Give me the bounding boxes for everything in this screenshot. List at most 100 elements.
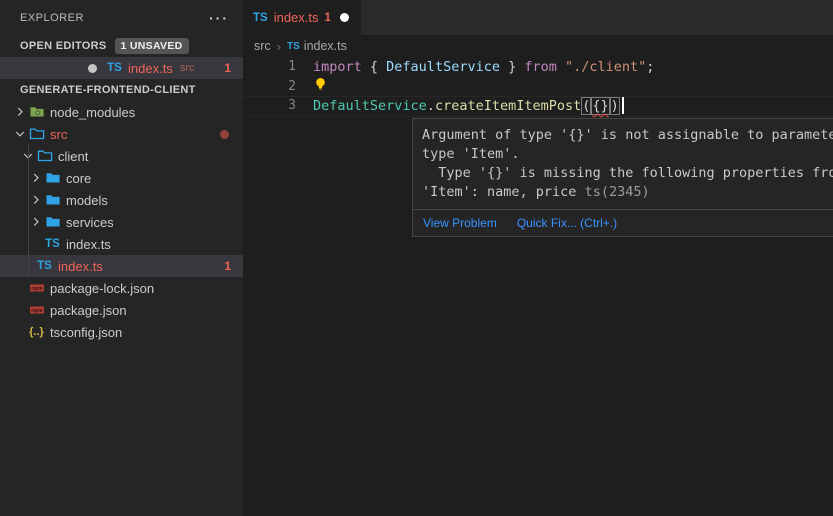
modified-dot-icon[interactable]: [88, 64, 97, 73]
hover-actions-bar: View Problem Quick Fix... (Ctrl+.): [413, 209, 833, 236]
breadcrumb-separator-icon: ›: [277, 39, 281, 54]
json-file-icon: {..}: [28, 324, 45, 340]
typescript-file-icon: TS: [44, 236, 61, 252]
lightbulb-icon: [313, 76, 328, 92]
error-message-line: Argument of type '{}' is not assignable …: [422, 126, 833, 145]
error-message-line: type 'Item'.: [422, 145, 833, 164]
problem-count-badge: 1: [224, 61, 231, 75]
chevron-right-icon[interactable]: [12, 104, 28, 120]
tree-item-src[interactable]: src: [0, 123, 243, 145]
folder-icon: [44, 170, 61, 186]
breadcrumb-file[interactable]: index.ts: [304, 39, 347, 53]
open-editors-list: TSindex.tssrc1: [0, 57, 243, 79]
tree-item-label: client: [58, 149, 88, 164]
chevron-right-icon[interactable]: [28, 214, 44, 230]
chevron-down-icon[interactable]: [4, 38, 20, 54]
code-editor[interactable]: 1 import { DefaultService } from "./clien…: [243, 57, 833, 116]
token-punct: {: [362, 59, 386, 75]
chevron-down-icon[interactable]: [12, 126, 28, 142]
error-hover-tooltip: Argument of type '{}' is not assignable …: [412, 118, 833, 237]
file-tree: node_modulessrc client core models services T…: [0, 101, 243, 343]
open-editors-label: OPEN EDITORS: [20, 40, 107, 52]
matched-bracket: ): [611, 98, 619, 114]
token-keyword: import: [313, 59, 362, 75]
tree-item-tsconfig-json[interactable]: {..}tsconfig.json: [0, 321, 243, 343]
token-punct: [557, 59, 565, 75]
tree-item-index-ts[interactable]: TS index.ts 1: [0, 255, 243, 277]
tab-index-ts[interactable]: TS index.ts 1: [243, 0, 361, 35]
open-editor-filename: index.ts: [128, 61, 173, 76]
editor-area: TS index.ts 1 src › TS index.ts 1 import …: [243, 0, 833, 516]
code-text: DefaultService.createItemItemPost({}): [313, 97, 624, 114]
tree-item-package-lock-json[interactable]: npm package-lock.json: [0, 277, 243, 299]
typescript-file-icon: TS: [287, 41, 300, 52]
tree-item-label: node_modules: [50, 105, 135, 120]
explorer-sidebar: EXPLORER ··· OPEN EDITORS 1 UNSAVED TS in…: [0, 0, 243, 516]
folder-open-icon: [36, 148, 53, 164]
problem-count-badge: 1: [224, 259, 231, 273]
tree-item-label: package.json: [50, 303, 127, 318]
npm-file-icon: npm: [28, 302, 45, 318]
error-message-line: Type '{}' is missing the following prope…: [422, 164, 833, 183]
tree-item-models[interactable]: models: [0, 189, 243, 211]
node-modules-folder-icon: [28, 104, 45, 120]
code-line-3[interactable]: 3DefaultService.createItemItemPost({}): [243, 96, 833, 116]
tree-item-client[interactable]: client: [0, 145, 243, 167]
folder-open-icon: [28, 126, 45, 142]
tree-item-node-modules[interactable]: node_modules: [0, 101, 243, 123]
token-punct: }: [500, 59, 524, 75]
error-message: Argument of type '{}' is not assignable …: [413, 119, 833, 209]
twisty-spacer: [28, 236, 44, 252]
tree-item-core[interactable]: core: [0, 167, 243, 189]
workspace-folder-header[interactable]: GENERATE-FRONTEND-CLIENT: [0, 79, 243, 101]
matched-bracket: {}: [592, 98, 608, 114]
matched-bracket: (: [582, 98, 590, 114]
lightbulb-icon[interactable]: [313, 76, 328, 96]
chevron-down-icon[interactable]: [4, 82, 20, 98]
tree-item-index-ts[interactable]: TS index.ts: [0, 233, 243, 255]
workspace-folder-label: GENERATE-FRONTEND-CLIENT: [20, 84, 196, 96]
chevron-right-icon[interactable]: [28, 170, 44, 186]
code-text: [313, 76, 328, 96]
tree-item-label: package-lock.json: [50, 281, 154, 296]
twisty-spacer: [12, 280, 28, 296]
modified-dot-icon[interactable]: [340, 13, 349, 22]
svg-text:npm: npm: [31, 308, 43, 314]
tree-item-label: services: [66, 215, 114, 230]
token-punct: ;: [646, 59, 654, 75]
folder-icon: [44, 192, 61, 208]
code-line-2[interactable]: 2: [243, 77, 833, 97]
line-number: 1: [243, 59, 296, 74]
token-keyword: from: [524, 59, 557, 75]
open-editor-item[interactable]: TSindex.tssrc1: [0, 57, 243, 79]
tree-item-label: index.ts: [66, 237, 111, 252]
breadcrumb-src[interactable]: src: [254, 39, 271, 53]
token-class: DefaultService: [313, 98, 427, 114]
line-number: 2: [243, 79, 296, 94]
open-editors-header[interactable]: OPEN EDITORS 1 UNSAVED: [0, 35, 243, 57]
ts-error-code: ts(2345): [585, 184, 650, 200]
tree-item-services[interactable]: services: [0, 211, 243, 233]
view-problem-link[interactable]: View Problem: [423, 216, 497, 230]
token-punct: .: [427, 98, 435, 114]
more-actions-icon[interactable]: ···: [209, 10, 229, 26]
code-line-1[interactable]: 1 import { DefaultService } from "./clien…: [243, 57, 833, 77]
modified-indicator-dot: [220, 130, 229, 139]
tree-item-label: index.ts: [58, 259, 103, 274]
tab-problem-badge: 1: [325, 12, 331, 24]
tab-label: index.ts: [274, 10, 319, 25]
typescript-file-icon: TS: [36, 258, 53, 274]
code-text: import { DefaultService } from "./client…: [313, 59, 654, 75]
typescript-file-icon: TS: [253, 12, 268, 24]
breadcrumb: src › TS index.ts: [243, 35, 833, 57]
open-editor-path: src: [180, 62, 195, 74]
token-var: DefaultService: [386, 59, 500, 75]
svg-text:npm: npm: [31, 286, 43, 292]
tab-bar: TS index.ts 1: [243, 0, 833, 35]
sidebar-title-bar: EXPLORER ···: [0, 0, 243, 35]
tree-item-label: core: [66, 171, 91, 186]
tree-item-package-json[interactable]: npm package.json: [0, 299, 243, 321]
quick-fix-link[interactable]: Quick Fix... (Ctrl+.): [517, 216, 617, 230]
token-string: "./client": [565, 59, 646, 75]
chevron-right-icon[interactable]: [28, 192, 44, 208]
